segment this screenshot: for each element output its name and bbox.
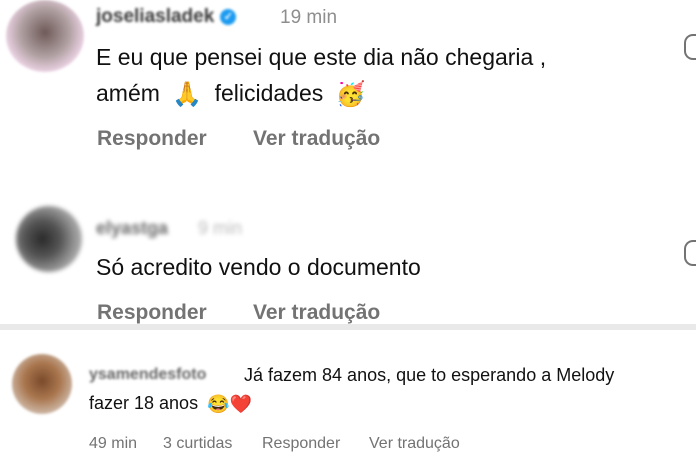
red-heart-emoji: ❤️: [229, 393, 252, 414]
comment-time: 19 min: [280, 7, 338, 28]
comments-panel-top: joseliasladek ✓ 19 min E eu que pensei qu…: [0, 0, 696, 330]
comment-text-line2: fazer 18 anos 😂❤️: [89, 393, 252, 414]
comments-panel-bottom: ysamendesfoto Já fazem 84 anos, que to e…: [0, 330, 696, 464]
likes-count[interactable]: 3 curtidas: [163, 435, 232, 453]
avatar[interactable]: [16, 206, 82, 272]
avatar[interactable]: [6, 0, 84, 72]
comment-time: 49 min: [89, 435, 138, 452]
heart-outline-icon[interactable]: [684, 240, 696, 266]
verified-badge-icon: ✓: [220, 8, 237, 25]
comment-username[interactable]: joseliasladek ✓: [96, 6, 240, 28]
comment-text-line1: E eu que pensei que este dia não chegari…: [96, 44, 547, 70]
translate-button[interactable]: Ver tradução: [253, 301, 380, 325]
comment-time: 9 min: [198, 218, 243, 238]
comment-text-line2: amém 🙏 felicidades 🥳: [96, 80, 366, 109]
translate-button[interactable]: Ver tradução: [369, 435, 460, 453]
reply-button[interactable]: Responder: [97, 127, 207, 151]
reply-button[interactable]: Responder: [262, 435, 340, 453]
comment-username[interactable]: ysamendesfoto: [89, 366, 206, 384]
party-face-emoji: 🥳: [335, 81, 366, 109]
praying-hands-emoji: 🙏: [172, 81, 203, 109]
reply-button[interactable]: Responder: [97, 301, 207, 325]
comment-text-line1: Já fazem 84 anos, que to esperando a Mel…: [244, 365, 615, 385]
avatar[interactable]: [12, 354, 72, 414]
tears-of-joy-emoji: 😂: [207, 393, 230, 414]
comment-username[interactable]: elyastga: [96, 218, 168, 239]
comment-text: Só acredito vendo o documento: [96, 254, 421, 280]
translate-button[interactable]: Ver tradução: [253, 127, 380, 151]
heart-outline-icon[interactable]: [684, 34, 696, 60]
